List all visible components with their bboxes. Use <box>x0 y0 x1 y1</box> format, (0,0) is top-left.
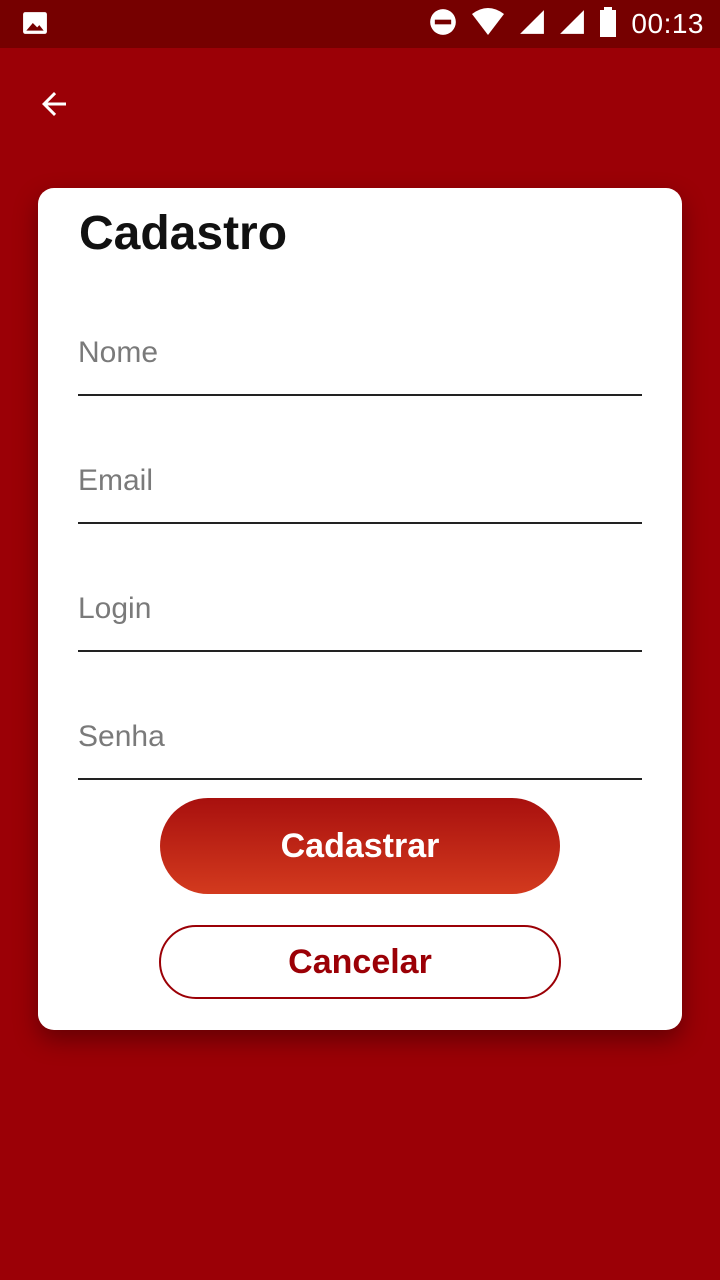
password-field[interactable] <box>78 698 642 780</box>
signup-card: Cadastro Cadastrar Cancelar <box>38 188 682 1030</box>
name-field[interactable] <box>78 314 642 396</box>
login-field[interactable] <box>78 570 642 652</box>
login-input[interactable] <box>78 592 642 626</box>
system-tray: 00:13 <box>429 0 704 48</box>
status-bar: 00:13 <box>0 0 720 48</box>
email-field[interactable] <box>78 442 642 524</box>
status-time: 00:13 <box>631 8 704 39</box>
cancel-button[interactable]: Cancelar <box>159 925 561 999</box>
signal-icon <box>559 9 585 40</box>
do-not-disturb-icon <box>429 8 457 41</box>
email-input[interactable] <box>78 464 642 498</box>
signal-icon <box>519 9 545 40</box>
password-input[interactable] <box>78 720 642 754</box>
back-button[interactable] <box>24 76 84 136</box>
battery-icon <box>599 6 617 42</box>
notification-area <box>22 10 48 41</box>
register-button[interactable]: Cadastrar <box>160 798 560 894</box>
name-input[interactable] <box>78 336 642 370</box>
image-icon <box>22 12 48 40</box>
arrow-back-icon <box>36 86 72 127</box>
wifi-icon <box>471 7 505 41</box>
page-title: Cadastro <box>79 207 288 260</box>
